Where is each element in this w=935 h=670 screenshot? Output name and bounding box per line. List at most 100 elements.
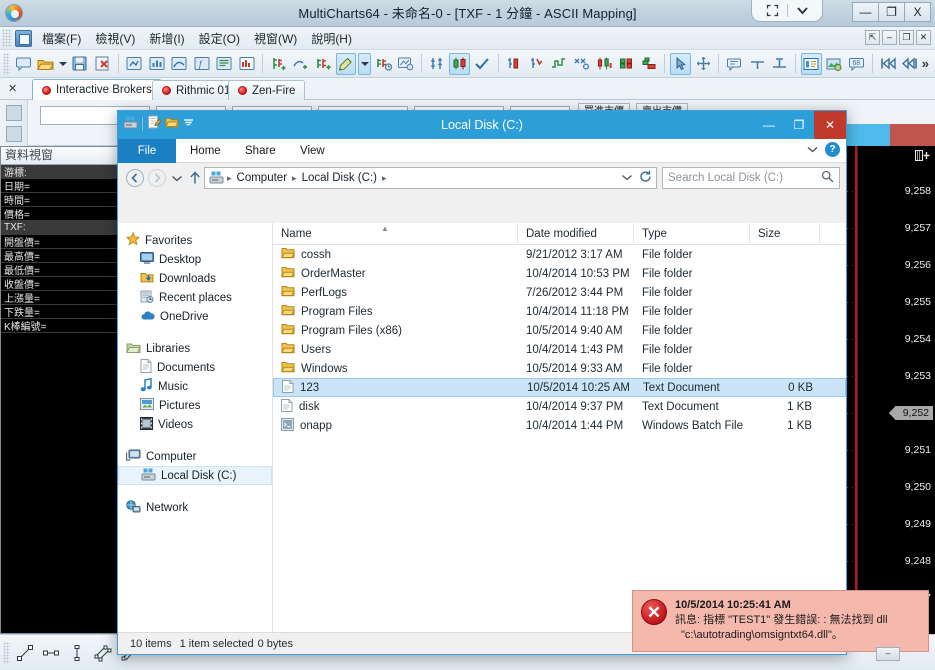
volume-profile-style-icon[interactable] [639, 53, 660, 75]
table-row[interactable]: Users 10/4/2014 1:43 PM File folder [273, 340, 846, 359]
data-window-toggle-icon[interactable] [801, 52, 822, 75]
toolbar-drag-grip[interactable] [3, 52, 10, 75]
step-back-playback-icon[interactable] [878, 53, 899, 75]
point-figure-style-icon[interactable] [571, 53, 592, 75]
open-dropdown-chevron-icon[interactable] [57, 53, 69, 75]
ribbon-tab-share[interactable]: Share [245, 139, 276, 163]
address-dropdown-chevron-icon[interactable] [622, 172, 632, 184]
insert-chart-icon[interactable] [146, 53, 167, 75]
toast-minimize-button[interactable]: – [876, 647, 900, 661]
vertical-line-draw-icon[interactable] [66, 642, 88, 664]
table-row[interactable]: cossh 9/21/2012 3:17 AM File folder [273, 245, 846, 264]
confirm-check-icon[interactable] [472, 53, 493, 75]
explorer-close-button[interactable]: ✕ [814, 111, 846, 139]
menu-item-window[interactable]: 視窗(W) [247, 27, 304, 50]
column-header-type[interactable]: Type [634, 222, 750, 245]
add-series-icon[interactable] [268, 53, 289, 75]
calendar-plus-icon[interactable] [915, 150, 930, 164]
titlebar-tab-tools[interactable] [751, 0, 823, 22]
recent-locations-chevron-icon[interactable] [168, 167, 186, 189]
tabstrip-close-button[interactable]: ✕ [8, 82, 17, 95]
nav-group-network[interactable]: Network [118, 498, 272, 517]
expand-arrows-icon[interactable] [766, 4, 779, 17]
horizontal-line-tool-icon[interactable] [747, 53, 768, 75]
add-text-note-icon[interactable] [724, 53, 745, 75]
column-header-size[interactable]: Size [750, 222, 820, 245]
broker-tab-zen-fire[interactable]: Zen-Fire [228, 80, 306, 100]
mdi-minimize-button[interactable]: – [882, 30, 897, 45]
line-chart-style-icon[interactable] [526, 53, 547, 75]
equivolume-style-icon[interactable] [616, 53, 637, 75]
search-icon[interactable] [821, 170, 834, 186]
comment-68-icon[interactable]: 68 [846, 53, 867, 75]
save-as-close-icon[interactable] [92, 53, 113, 75]
edit-studies-icon[interactable] [335, 52, 357, 75]
chevron-down-icon[interactable] [796, 6, 809, 15]
insert-data-icon[interactable] [236, 53, 257, 75]
ribbon-tab-file[interactable]: File [118, 139, 176, 163]
menu-item-view[interactable]: 檢視(V) [88, 27, 142, 50]
table-row[interactable]: Program Files (x86) 10/5/2014 9:40 AM Fi… [273, 321, 846, 340]
chart-settings-icon[interactable] [395, 53, 416, 75]
up-arrow-icon[interactable] [186, 167, 204, 189]
column-header-date-modified[interactable]: Date modified [518, 222, 634, 245]
insert-indicator-icon[interactable] [169, 53, 190, 75]
app-menu-icon[interactable] [15, 29, 32, 47]
step-chart-style-icon[interactable] [549, 53, 570, 75]
nav-item-downloads[interactable]: Downloads [118, 269, 272, 288]
table-row[interactable]: Program Files 10/4/2014 11:18 PM File fo… [273, 302, 846, 321]
nav-item-videos[interactable]: Videos [118, 415, 272, 434]
breadcrumb-computer[interactable]: Computer [235, 171, 290, 185]
drawing-toolbar-grip[interactable] [3, 641, 10, 664]
navigation-pane[interactable]: Favorites Desktop Downloads Recent place… [118, 223, 273, 632]
nav-group-favorites[interactable]: Favorites [118, 231, 272, 250]
edit-studies-dropdown-icon[interactable] [358, 52, 371, 75]
search-input[interactable]: Search Local Disk (C:) [662, 167, 840, 189]
menu-drag-grip[interactable] [2, 29, 12, 47]
parallel-channel-tool-icon[interactable] [92, 642, 114, 664]
menu-item-insert[interactable]: 新增(I) [142, 27, 191, 50]
open-folder-icon[interactable] [35, 53, 56, 75]
table-row[interactable]: Windows 10/5/2014 9:33 AM File folder [273, 359, 846, 378]
nav-item-local-disk-c[interactable]: Local Disk (C:) [118, 466, 272, 485]
table-row[interactable]: OrderMaster 10/4/2014 10:53 PM File fold… [273, 264, 846, 283]
vertical-line-tool-icon[interactable] [770, 53, 791, 75]
app-maximize-button[interactable]: ❐ [878, 2, 905, 22]
table-row[interactable]: onapp 10/4/2014 1:44 PM Windows Batch Fi… [273, 416, 846, 435]
data-settings-icon[interactable] [427, 53, 448, 75]
file-explorer-window[interactable]: Local Disk (C:) — ❐ ✕ File Home Share Vi… [117, 110, 847, 655]
pointer-tool-icon[interactable] [670, 52, 691, 75]
step-forward-playback-icon[interactable] [900, 53, 921, 75]
app-close-button[interactable]: X [904, 2, 931, 22]
save-icon[interactable] [70, 53, 91, 75]
dock-grid-icon[interactable] [5, 105, 22, 121]
file-list-view[interactable]: Name Date modified Type Size ▲ cossh 9/2… [273, 222, 846, 632]
broker-tab-interactive-brokers[interactable]: Interactive Brokers [32, 79, 162, 100]
table-row[interactable]: PerfLogs 7/26/2012 3:44 PM File folder [273, 283, 846, 302]
bar-chart-style-icon[interactable] [504, 53, 525, 75]
nav-item-pictures[interactable]: Pictures [118, 396, 272, 415]
breadcrumb-local-disk[interactable]: Local Disk (C:) [300, 171, 379, 185]
price-axis[interactable]: 9,258 9,257 9,256 9,255 9,254 9,253 9,25… [857, 146, 935, 634]
back-arrow-icon[interactable] [124, 167, 146, 189]
menu-item-file[interactable]: 檔案(F) [35, 27, 88, 50]
menu-item-settings[interactable]: 設定(O) [192, 27, 247, 50]
nav-item-documents[interactable]: Documents [118, 358, 272, 377]
add-strategy-icon[interactable] [313, 53, 334, 75]
candlestick-style-icon[interactable] [449, 52, 471, 75]
nav-item-recent-places[interactable]: Recent places [118, 288, 272, 307]
chevron-down-icon[interactable] [807, 144, 818, 156]
explorer-maximize-button[interactable]: ❐ [784, 111, 814, 139]
trendline-tool-icon[interactable] [14, 642, 36, 664]
nav-item-onedrive[interactable]: OneDrive [118, 307, 272, 326]
dock-list-icon[interactable] [5, 126, 22, 142]
app-minimize-button[interactable]: — [852, 2, 879, 22]
horizontal-line-draw-icon[interactable] [40, 642, 62, 664]
error-notification-toast[interactable]: ✕ 10/5/2014 10:25:41 AM 訊息: 指標 "TEST1" 發… [632, 590, 929, 661]
table-row[interactable]: 123 10/5/2014 10:25 AM Text Document 0 K… [273, 378, 846, 397]
forward-arrow-icon[interactable] [146, 167, 168, 189]
explorer-minimize-button[interactable]: — [754, 111, 784, 139]
insert-symbol-icon[interactable] [124, 53, 145, 75]
insert-function-icon[interactable]: f [191, 53, 212, 75]
column-header-name[interactable]: Name [273, 222, 518, 245]
